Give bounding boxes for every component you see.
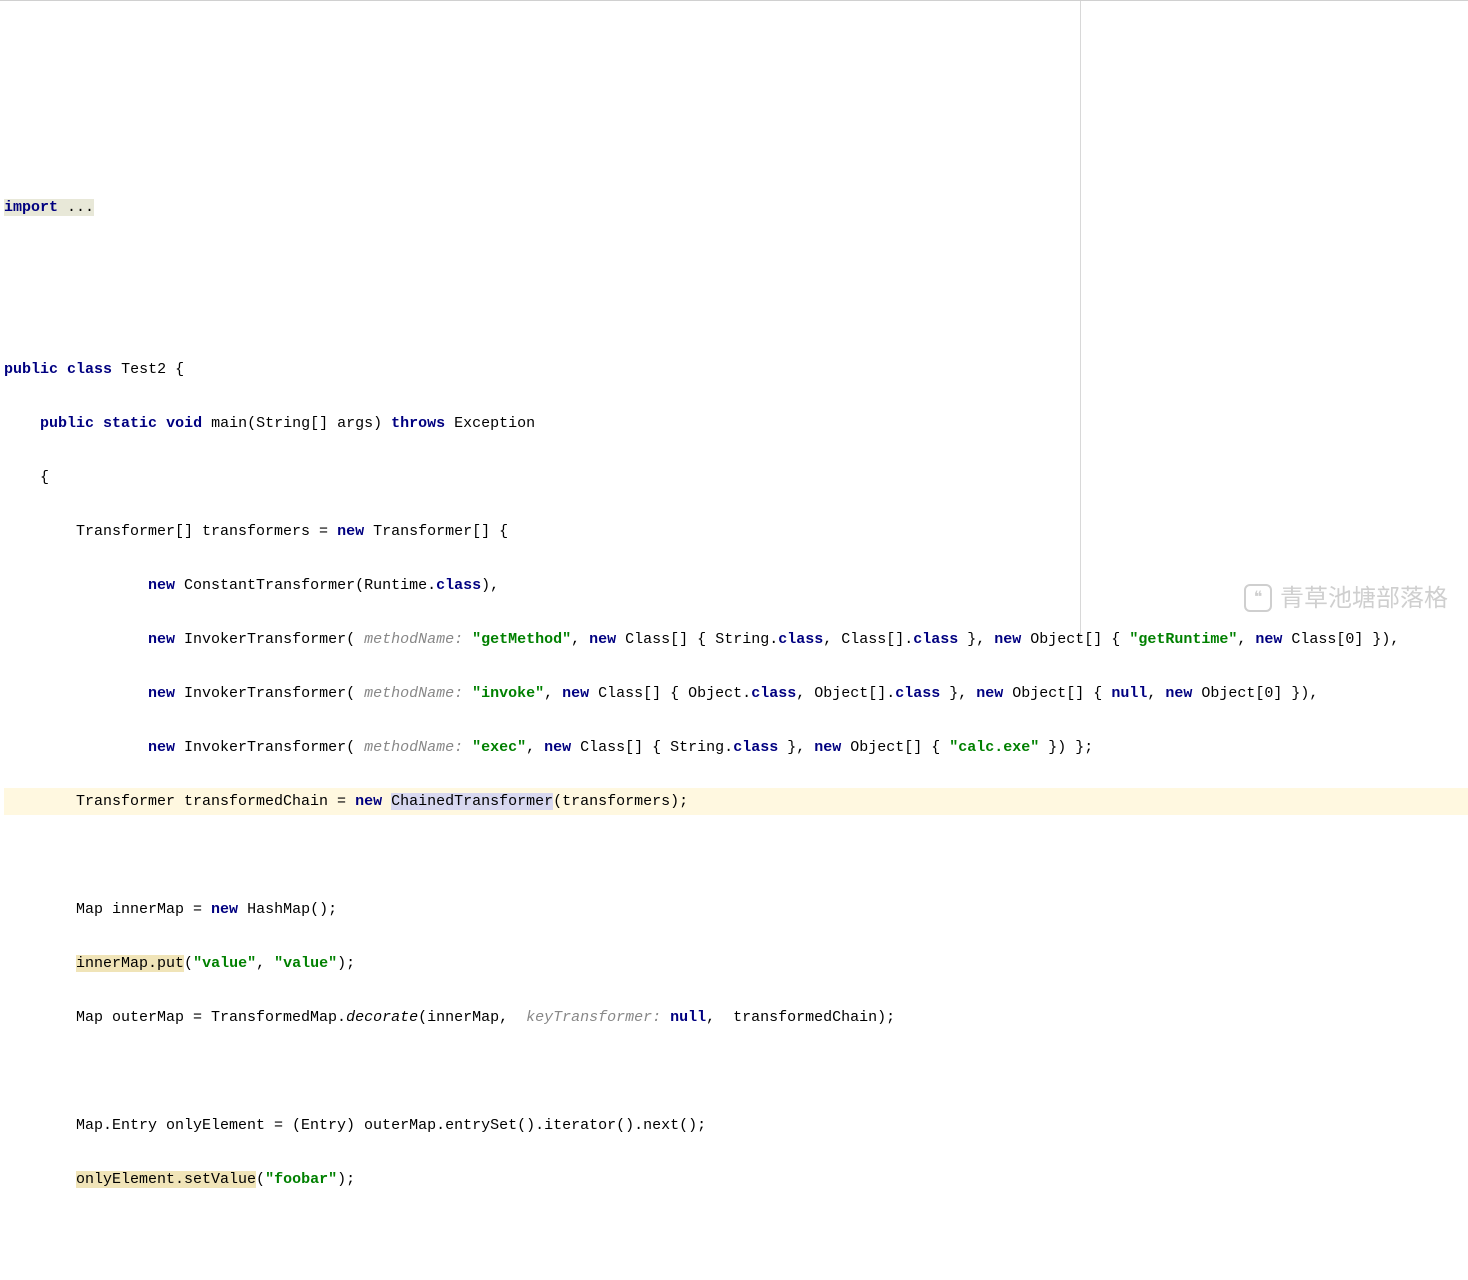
code-line: Map outerMap = TransformedMap.decorate(i… [4, 1004, 1468, 1031]
code-line [4, 1220, 1468, 1247]
code-line: onlyElement.setValue("foobar"); [4, 1166, 1468, 1193]
highlighted-line: Transformer transformedChain = new Chain… [4, 788, 1468, 815]
code-line: import ... [4, 194, 1468, 221]
code-editor[interactable]: import ... public class Test2 { public s… [0, 163, 1468, 1280]
code-line [4, 842, 1468, 869]
code-line [4, 302, 1468, 329]
code-line [4, 248, 1468, 275]
code-line: Map.Entry onlyElement = (Entry) outerMap… [4, 1112, 1468, 1139]
code-line: new InvokerTransformer( methodName: "inv… [4, 680, 1468, 707]
code-line [4, 1058, 1468, 1085]
code-line: new InvokerTransformer( methodName: "exe… [4, 734, 1468, 761]
watermark-text: 青草池塘部落格 [1280, 577, 1448, 620]
wechat-icon: ❝ [1244, 584, 1272, 612]
watermark: ❝ 青草池塘部落格 [1244, 577, 1448, 620]
code-line: } [4, 1274, 1468, 1280]
code-line: public class Test2 { [4, 356, 1468, 383]
code-line: Map innerMap = new HashMap(); [4, 896, 1468, 923]
code-line: { [4, 464, 1468, 491]
code-line: public static void main(String[] args) t… [4, 410, 1468, 437]
code-line: innerMap.put("value", "value"); [4, 950, 1468, 977]
code-line: Transformer[] transformers = new Transfo… [4, 518, 1468, 545]
